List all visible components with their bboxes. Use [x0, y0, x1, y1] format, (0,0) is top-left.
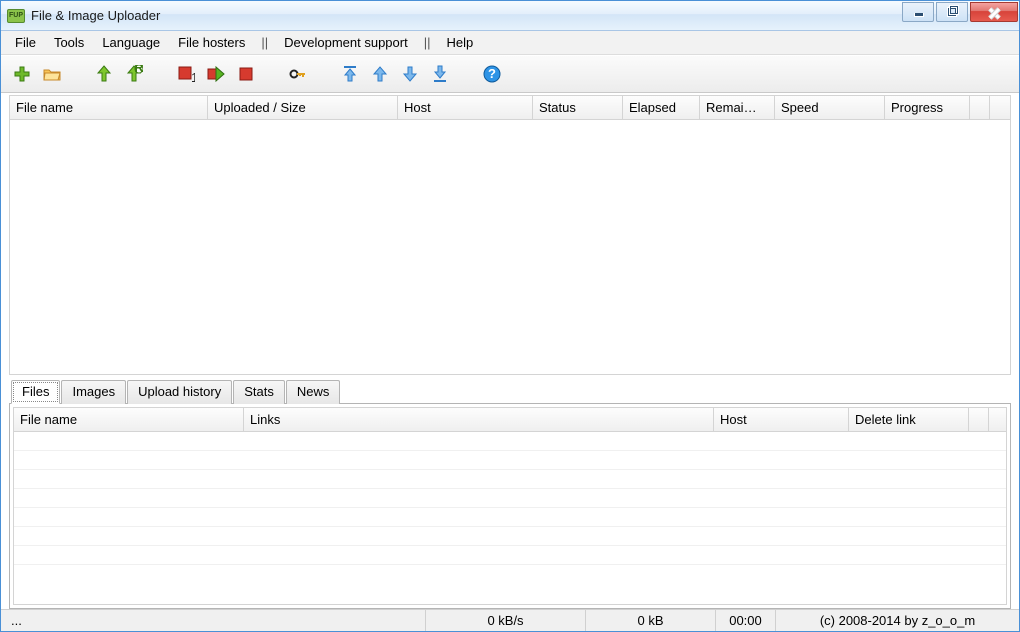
stop-all-button[interactable] — [233, 61, 259, 87]
bottom-icon — [431, 65, 449, 83]
maximize-icon — [946, 7, 959, 18]
menu-separator: || — [418, 33, 437, 52]
close-button[interactable] — [970, 2, 1018, 22]
grid-empty-row — [14, 470, 1006, 489]
column-header[interactable]: Uploaded / Size — [208, 96, 398, 119]
grid-empty-row — [14, 546, 1006, 565]
column-header[interactable]: Host — [714, 408, 849, 431]
menubar: File Tools Language File hosters || Deve… — [1, 31, 1019, 55]
status-size: 0 kB — [586, 610, 716, 631]
menu-file[interactable]: File — [7, 33, 44, 52]
status-time: 00:00 — [716, 610, 776, 631]
add-button[interactable] — [9, 61, 35, 87]
column-header[interactable]: Elapsed — [623, 96, 700, 119]
status-speed: 0 kB/s — [426, 610, 586, 631]
grid-empty-row — [14, 508, 1006, 527]
column-header[interactable]: Progress — [885, 96, 970, 119]
menu-language[interactable]: Language — [94, 33, 168, 52]
resume-button[interactable] — [203, 61, 229, 87]
grid-empty-row — [14, 451, 1006, 470]
help-button[interactable]: ? — [479, 61, 505, 87]
grid-body — [10, 120, 1010, 374]
status-ellipsis: ... — [1, 610, 426, 631]
add-folder-button[interactable] — [39, 61, 65, 87]
accounts-button[interactable] — [285, 61, 311, 87]
minimize-button[interactable] — [902, 2, 934, 22]
statusbar: ... 0 kB/s 0 kB 00:00 (c) 2008-2014 by z… — [1, 609, 1019, 631]
top-icon — [341, 65, 359, 83]
files-grid-rows — [14, 432, 1006, 604]
menu-separator: || — [255, 33, 274, 52]
column-header[interactable]: Remai… — [700, 96, 775, 119]
tab-strip: Files Images Upload history Stats News — [9, 379, 1011, 403]
toolbar: R 1 ? — [1, 55, 1019, 93]
titlebar: FUP File & Image Uploader — [1, 1, 1019, 31]
stop-button[interactable]: 1 — [173, 61, 199, 87]
key-icon — [289, 65, 307, 83]
window-buttons — [900, 1, 1019, 30]
column-header[interactable] — [969, 408, 989, 431]
files-grid-header: File nameLinksHostDelete link — [14, 408, 1006, 432]
up-arrow-icon — [95, 65, 113, 83]
tab-news[interactable]: News — [286, 380, 341, 404]
up-r-icon: R — [125, 65, 143, 83]
svg-text:R: R — [134, 65, 143, 75]
column-header[interactable] — [970, 96, 990, 119]
menu-tools[interactable]: Tools — [46, 33, 92, 52]
column-header[interactable]: Delete link — [849, 408, 969, 431]
column-header[interactable]: Links — [244, 408, 714, 431]
help-icon: ? — [483, 65, 501, 83]
tab-images[interactable]: Images — [61, 380, 126, 404]
column-header[interactable]: File name — [14, 408, 244, 431]
minimize-icon — [912, 7, 925, 18]
down-blue-icon — [401, 65, 419, 83]
resume-icon — [207, 65, 225, 83]
window-title: File & Image Uploader — [31, 8, 160, 23]
tab-stats[interactable]: Stats — [233, 380, 285, 404]
column-header[interactable]: File name — [10, 96, 208, 119]
column-header[interactable]: Status — [533, 96, 623, 119]
svg-text:?: ? — [488, 66, 496, 81]
menu-dev-support[interactable]: Development support — [276, 33, 416, 52]
move-up-button[interactable] — [367, 61, 393, 87]
grid-header: File nameUploaded / SizeHostStatusElapse… — [10, 96, 1010, 120]
app-window: FUP File & Image Uploader File Tools Lan… — [0, 0, 1020, 632]
status-copyright: (c) 2008-2014 by z_o_o_m — [776, 610, 1019, 631]
svg-text:1: 1 — [191, 70, 195, 83]
upload-button[interactable] — [91, 61, 117, 87]
app-icon: FUP — [7, 9, 25, 23]
close-icon — [988, 7, 1001, 18]
tab-files[interactable]: Files — [11, 380, 60, 404]
stop2-icon — [237, 65, 255, 83]
column-header[interactable]: Speed — [775, 96, 885, 119]
menu-file-hosters[interactable]: File hosters — [170, 33, 253, 52]
lower-tabs: Files Images Upload history Stats News F… — [9, 379, 1011, 609]
up-blue-icon — [371, 65, 389, 83]
grid-empty-row — [14, 432, 1006, 451]
column-header[interactable]: Host — [398, 96, 533, 119]
grid-empty-row — [14, 489, 1006, 508]
files-grid[interactable]: File nameLinksHostDelete link — [13, 407, 1007, 605]
menu-help[interactable]: Help — [438, 33, 481, 52]
move-down-button[interactable] — [397, 61, 423, 87]
move-bottom-button[interactable] — [427, 61, 453, 87]
plus-icon — [13, 65, 31, 83]
move-top-button[interactable] — [337, 61, 363, 87]
grid-empty-row — [14, 527, 1006, 546]
stop-red-icon: 1 — [177, 65, 195, 83]
tab-body: File nameLinksHostDelete link — [9, 403, 1011, 609]
folder-icon — [43, 65, 61, 83]
upload-queue-grid[interactable]: File nameUploaded / SizeHostStatusElapse… — [9, 95, 1011, 375]
upload-r-button[interactable]: R — [121, 61, 147, 87]
tab-upload-history[interactable]: Upload history — [127, 380, 232, 404]
content-area: File nameUploaded / SizeHostStatusElapse… — [1, 93, 1019, 609]
maximize-button[interactable] — [936, 2, 968, 22]
